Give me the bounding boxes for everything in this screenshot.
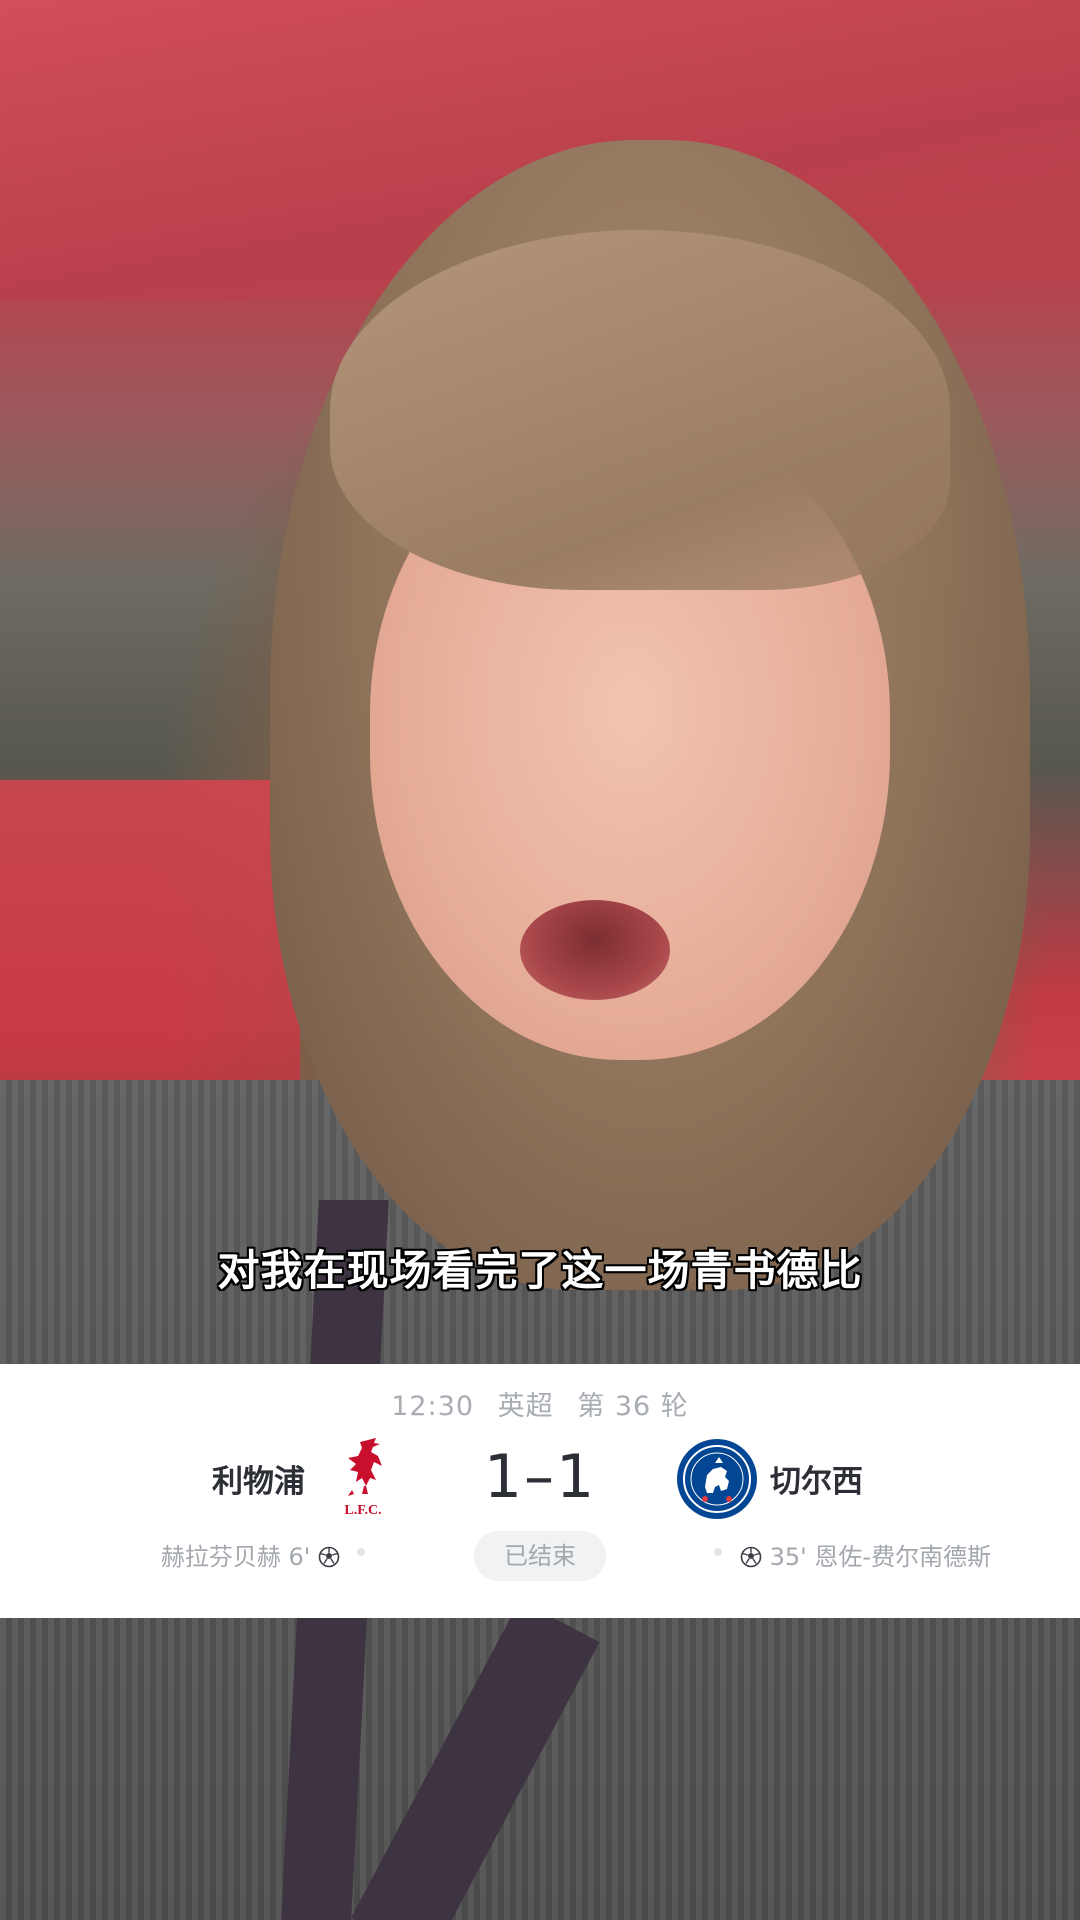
match-league: 英超 — [497, 1391, 554, 1422]
chelsea-crest-icon[interactable] — [675, 1437, 759, 1521]
match-score: 1–1 — [483, 1442, 597, 1512]
separator-dot — [714, 1548, 722, 1556]
match-round: 第 36 轮 — [577, 1391, 689, 1422]
separator-dot — [357, 1548, 365, 1556]
home-scorer-text: 赫拉芬贝赫 6' — [160, 1543, 311, 1571]
video-player[interactable]: 对我在现场看完了这一场青书德比 12:30 英超 第 36 轮 利物浦 L.F.… — [0, 0, 1080, 1920]
video-subtitle: 对我在现场看完了这一场青书德比 — [217, 1246, 863, 1295]
soccer-ball-icon — [740, 1546, 762, 1568]
home-goal-scorer: 赫拉芬贝赫 6' — [161, 1537, 340, 1572]
match-status-badge: 已结束 — [474, 1531, 606, 1581]
mouth — [520, 900, 670, 1000]
soccer-ball-icon — [318, 1546, 340, 1568]
match-time: 12:30 — [391, 1391, 475, 1422]
away-goal-scorer: 35' 恩佐-费尔南德斯 — [740, 1537, 991, 1572]
match-meta: 12:30 英超 第 36 轮 — [0, 1384, 1080, 1423]
away-scorer-text: 35' 恩佐-费尔南德斯 — [769, 1543, 992, 1571]
bangs — [330, 230, 950, 590]
away-team-name[interactable]: 切尔西 — [770, 1456, 863, 1501]
match-score-card[interactable]: 12:30 英超 第 36 轮 利物浦 L.F.C. 1–1 切尔西 赫拉芬贝赫… — [0, 1364, 1080, 1618]
